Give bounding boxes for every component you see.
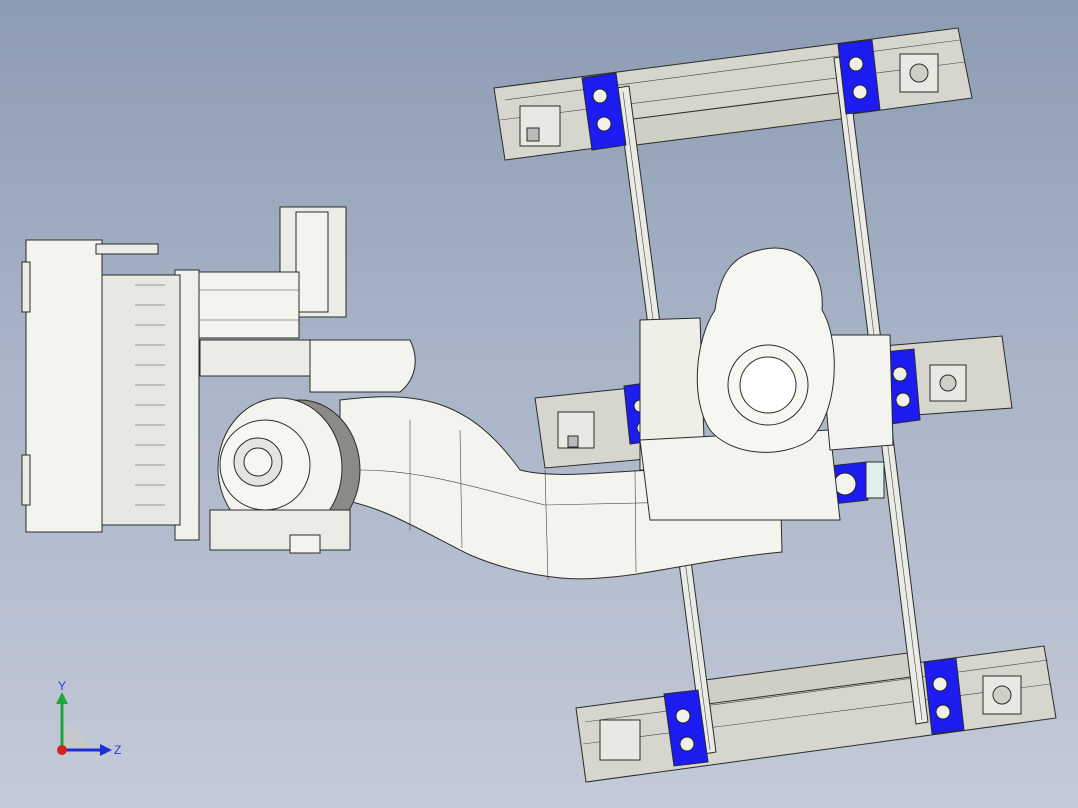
cad-viewport[interactable]: Y Z [0,0,1078,808]
triad-plane-icon [62,725,88,750]
bottom-rail-assembly [575,645,1057,783]
top-rail-assembly [493,27,973,161]
z-axis-label: Z [114,743,121,757]
x-axis-origin [57,745,67,755]
y-axis-label: Y [58,680,66,693]
wrist-gear [99,274,181,526]
robot-model-drawing[interactable] [0,0,1078,808]
lower-base-parts [209,509,351,554]
coordinate-triad: Y Z [56,680,121,757]
